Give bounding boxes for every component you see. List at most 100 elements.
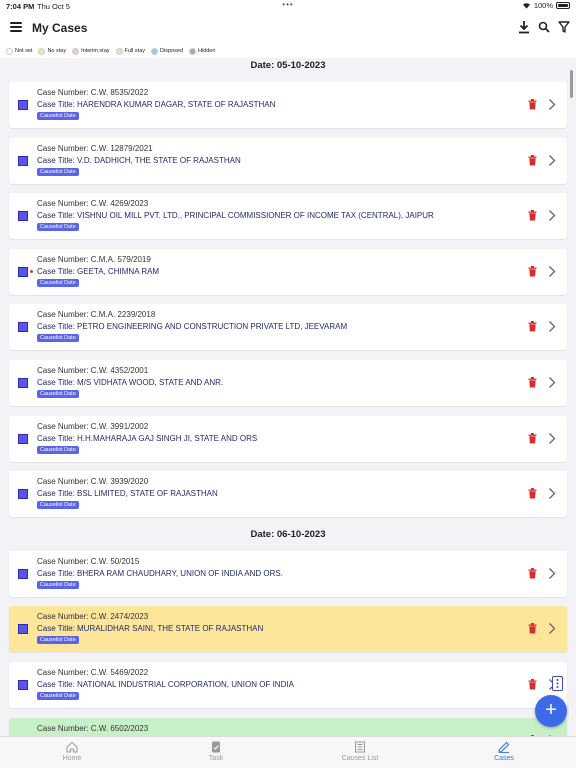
tab-label: Cases (494, 755, 514, 762)
filter-icon[interactable] (558, 20, 570, 34)
case-title: Case Title: NATIONAL INDUSTRIAL CORPORAT… (37, 680, 294, 689)
download-icon[interactable] (518, 20, 530, 34)
case-select-checkbox[interactable] (18, 433, 28, 444)
delete-icon[interactable] (528, 154, 537, 166)
delete-icon[interactable] (528, 567, 537, 579)
causelist-date-badge[interactable]: Causelist Date (37, 580, 79, 589)
case-select-checkbox[interactable] (18, 211, 28, 222)
nav-actions (518, 20, 570, 34)
page-title: My Cases (32, 21, 88, 35)
case-select-checkbox[interactable] (18, 489, 28, 500)
search-icon[interactable] (538, 20, 550, 34)
case-card[interactable]: Case Number: C.W. 4269/2023 Case Title: V… (9, 193, 567, 240)
case-number: Case Number: C.W. 6502/2023 (37, 723, 149, 733)
tab-cases[interactable]: Cases (464, 740, 544, 762)
chevron-right-icon[interactable] (548, 376, 556, 389)
more-options-button[interactable] (552, 676, 563, 691)
causelist-date-badge[interactable]: Causelist Date (37, 112, 79, 120)
delete-icon[interactable] (528, 488, 537, 499)
case-card[interactable]: Case Number: C.M.A. 2239/2018 Case Title:… (9, 304, 567, 351)
chevron-right-icon[interactable] (548, 567, 556, 580)
tab-home[interactable]: Home (32, 740, 112, 762)
nav-bar: My Cases (0, 12, 576, 44)
legend-dot (188, 47, 196, 55)
case-list[interactable]: Date: 05-10-2023 Case Number: C.W. 8535/2… (0, 58, 576, 736)
case-number: Case Number: C.W. 4352/2001 (37, 366, 149, 375)
causelist-date-badge[interactable]: Causelist Date (37, 223, 79, 232)
case-title: Case Title: V.D. DADHICH, THE STATE OF R… (37, 155, 241, 165)
delete-icon[interactable] (528, 99, 537, 110)
battery-percent: 100% (533, 1, 553, 10)
case-select-checkbox[interactable] (18, 266, 28, 277)
chevron-right-icon[interactable] (548, 265, 556, 278)
case-card[interactable]: Case Number: C.W. 2474/2023 Case Title: M… (9, 606, 567, 653)
causelist-date-badge[interactable]: Causelist Date (37, 278, 79, 287)
case-card[interactable]: Case Number: C.W. 12879/2021 Case Title: … (9, 137, 567, 184)
chevron-right-icon[interactable] (548, 98, 556, 111)
status-legend: Not set No stay Interim stay Full stay Dispo… (0, 44, 576, 58)
case-card[interactable]: Case Number: C.W. 3991/2002 Case Title: H… (9, 415, 567, 462)
delete-icon[interactable] (528, 679, 537, 690)
status-right: 100% (522, 1, 570, 10)
case-card[interactable]: Case Number: C.M.A. 579/2019 Case Title: … (9, 248, 567, 295)
case-card[interactable]: Case Number: C.W. 5469/2022 Case Title: N… (9, 662, 567, 708)
causelist-date-badge[interactable]: Causelist Date (37, 501, 79, 510)
causelist-date-badge[interactable]: Causelist Date (37, 692, 79, 700)
case-title: Case Title: BSL LIMITED, STATE OF RAJAST… (37, 489, 218, 499)
case-select-checkbox[interactable] (18, 322, 28, 333)
delete-icon[interactable] (528, 210, 537, 221)
causelist-date-badge[interactable]: Causelist Date (37, 445, 79, 454)
tab-task[interactable]: Task (176, 740, 256, 762)
chevron-right-icon[interactable] (548, 622, 556, 635)
case-select-checkbox[interactable] (18, 378, 28, 388)
case-number: Case Number: C.W. 8535/2022 (37, 88, 149, 97)
case-title: Case Title: MURALIDHAR SAINI, THE STATE … (37, 624, 264, 634)
chevron-right-icon[interactable] (548, 432, 556, 445)
tab-label: Home (62, 755, 82, 762)
causelist-date-badge[interactable]: Causelist Date (37, 390, 79, 398)
case-select-checkbox[interactable] (18, 680, 28, 690)
legend-dot (115, 47, 123, 55)
causelist-date-badge[interactable]: Causelist Date (37, 334, 79, 343)
case-card[interactable]: Case Number: C.W. 3939/2020 Case Title: B… (9, 471, 567, 518)
delete-icon[interactable] (528, 265, 537, 277)
add-case-button[interactable]: + (535, 695, 567, 727)
legend-item: Hidden (188, 47, 215, 55)
delete-icon[interactable] (528, 623, 537, 634)
causelist-date-badge[interactable]: Causelist Date (37, 167, 79, 176)
date-header: Date: 06-10-2023 (250, 528, 326, 540)
case-number: Case Number: C.W. 12879/2021 (37, 143, 153, 153)
tab-label: Task (208, 755, 224, 762)
menu-button[interactable] (10, 22, 22, 32)
case-select-checkbox[interactable] (18, 624, 28, 635)
tab-label: Causes List (341, 755, 379, 762)
battery-icon (556, 2, 570, 9)
scrollbar[interactable] (570, 70, 573, 98)
delete-icon[interactable] (528, 432, 537, 444)
case-number: Case Number: C.M.A. 579/2019 (37, 254, 151, 264)
chevron-right-icon[interactable] (548, 209, 556, 222)
edit-icon (498, 741, 510, 753)
legend-dot (151, 47, 159, 55)
legend-dot (6, 47, 13, 55)
case-number: Case Number: C.W. 3939/2020 (37, 477, 149, 487)
case-title: Case Title: GEETA, CHIMNA RAM (37, 266, 160, 276)
chevron-right-icon[interactable] (548, 320, 556, 333)
legend-label: Disposed (160, 48, 183, 54)
case-card[interactable]: Case Number: C.W. 4352/2001 Case Title: M… (9, 360, 567, 406)
case-title: Case Title: VISHNU OIL MILL PVT. LTD., P… (37, 211, 434, 221)
status-bar: 7:04 PM Thu Oct 5 ••• 100% (0, 0, 576, 12)
delete-icon[interactable] (528, 377, 537, 388)
chevron-right-icon[interactable] (548, 487, 556, 500)
delete-icon[interactable] (528, 321, 537, 332)
case-card[interactable]: Case Number: C.W. 6502/2023Causelist Dat… (9, 717, 567, 736)
case-select-checkbox[interactable] (18, 155, 28, 166)
chevron-right-icon[interactable] (548, 154, 556, 167)
case-select-checkbox[interactable] (18, 568, 28, 579)
multitask-dots-icon[interactable]: ••• (0, 0, 576, 9)
tab-causes-list[interactable]: Causes List (320, 740, 400, 762)
case-card[interactable]: Case Number: C.W. 50/2015 Case Title: BHE… (9, 550, 567, 597)
case-card[interactable]: Case Number: C.W. 8535/2022 Case Title: H… (9, 82, 567, 128)
case-select-checkbox[interactable] (18, 100, 28, 110)
causelist-date-badge[interactable]: Causelist Date (37, 636, 79, 645)
